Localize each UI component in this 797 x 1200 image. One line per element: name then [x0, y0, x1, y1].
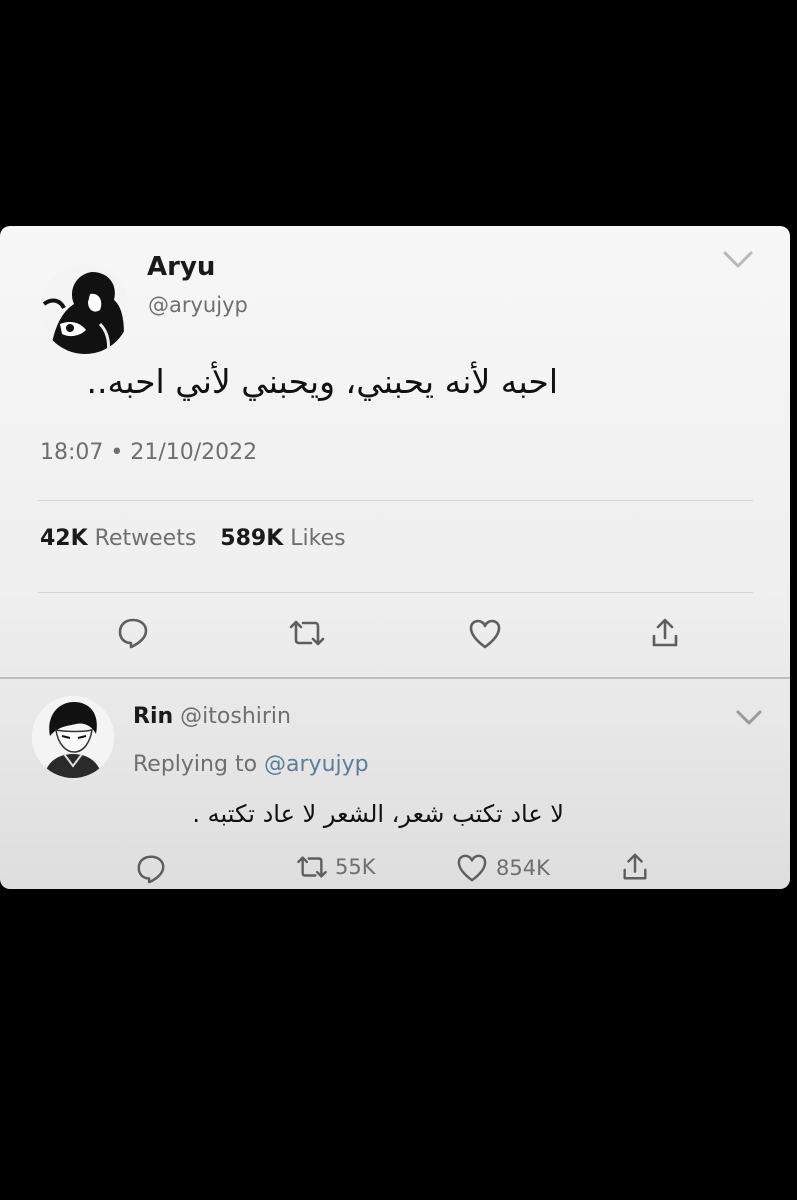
avatar-aryu-image [40, 264, 130, 354]
tweet-stats: 42K Retweets 589K Likes [40, 526, 346, 551]
retweets-label[interactable]: Retweets [95, 526, 197, 551]
display-name[interactable]: Aryu [147, 252, 215, 282]
tweet-text: احبه لأنه يحبني، ويحبني لأني احبه.. [86, 362, 558, 401]
reply-text: لا عاد تكتب شعر، الشعر لا عاد تكتبه . [192, 800, 564, 828]
replying-to: Replying to @aryujyp [133, 752, 369, 777]
chevron-down-icon[interactable] [722, 250, 754, 270]
reply-chevron-down-icon[interactable] [735, 709, 763, 727]
likes-label[interactable]: Likes [290, 526, 345, 551]
reply-display-name[interactable]: Rin [133, 704, 173, 729]
divider-middle [38, 592, 753, 593]
user-handle[interactable]: @aryujyp [148, 293, 248, 317]
retweets-count[interactable]: 42K [40, 526, 88, 551]
reply-header: Rin @itoshirin [133, 704, 291, 729]
tweet-timestamp[interactable]: 18:07 • 21/10/2022 [40, 440, 257, 465]
heart-icon[interactable] [468, 618, 502, 650]
avatar-aryu[interactable] [40, 264, 130, 354]
reply-like[interactable]: 854K [456, 853, 550, 883]
share-icon[interactable] [649, 616, 681, 650]
divider-reply [0, 677, 790, 679]
speech-bubble-icon[interactable] [116, 616, 150, 650]
reply-retweets-count: 55K [335, 855, 376, 879]
tweet-card: Aryu @aryujyp احبه لأنه يحبني، ويحبني لأ… [0, 226, 790, 889]
likes-count[interactable]: 589K [220, 526, 283, 551]
replying-to-label: Replying to [133, 752, 258, 777]
reply-retweet[interactable]: 55K [295, 854, 376, 880]
reply-heart-icon [457, 854, 487, 882]
avatar-rin-image [32, 696, 114, 778]
reply-likes-count: 854K [496, 856, 550, 880]
reply-speech-bubble-icon[interactable] [135, 853, 167, 885]
replying-to-handle[interactable]: @aryujyp [264, 752, 369, 777]
divider-top [38, 500, 753, 501]
reply-share-icon[interactable] [620, 851, 650, 883]
retweet-icon[interactable] [287, 618, 327, 648]
reply-retweet-icon [297, 856, 327, 878]
reply-user-handle[interactable]: @itoshirin [180, 704, 291, 729]
avatar-rin[interactable] [32, 696, 114, 778]
